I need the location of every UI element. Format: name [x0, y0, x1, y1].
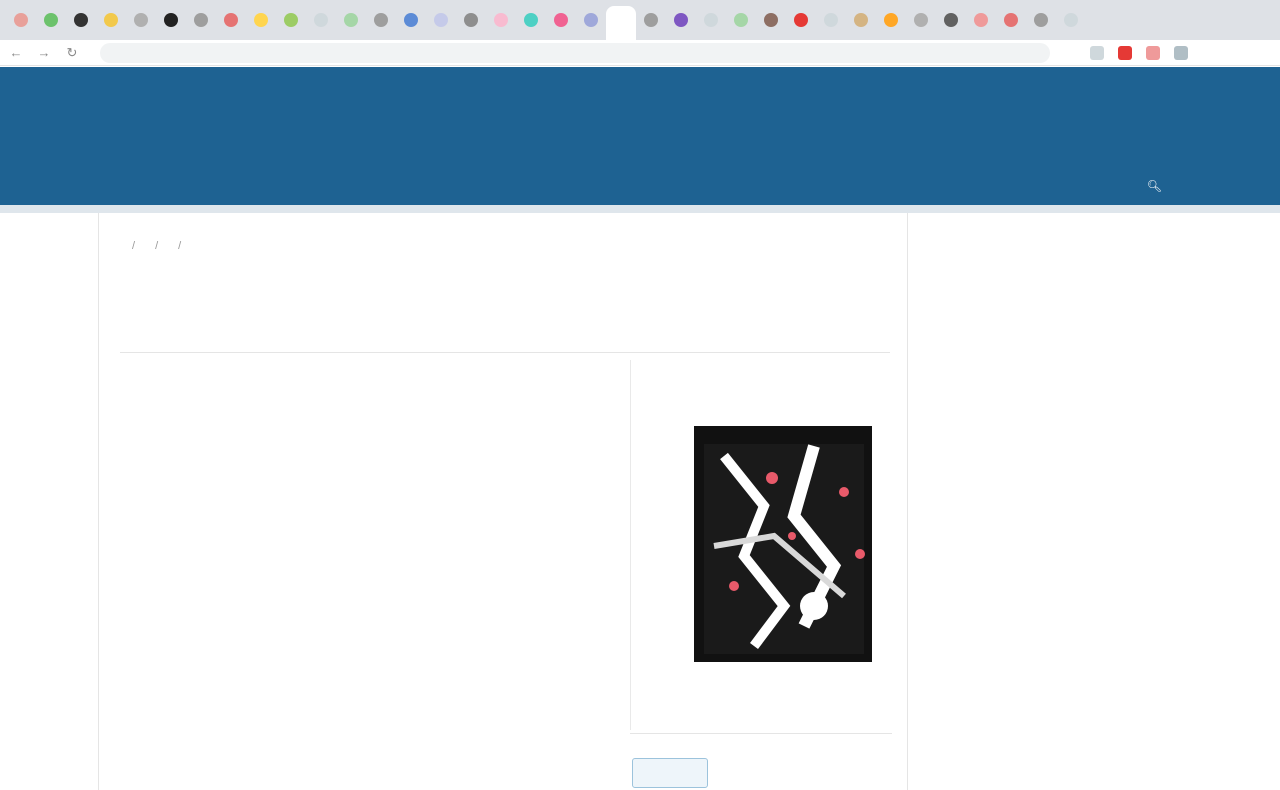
tab-favicon-icon	[74, 13, 88, 27]
tab-favicon-icon	[1034, 13, 1048, 27]
browser-tab[interactable]	[306, 5, 336, 35]
tab-favicon-icon	[254, 13, 268, 27]
cover-artwork	[694, 426, 872, 662]
browser-tab[interactable]	[366, 5, 396, 35]
browser-tab[interactable]	[246, 5, 276, 35]
browser-tab[interactable]	[816, 5, 846, 35]
address-bar[interactable]	[100, 42, 1050, 63]
tab-favicon-icon	[794, 13, 808, 27]
tab-favicon-icon	[314, 13, 328, 27]
browser-tab[interactable]	[6, 5, 36, 35]
back-icon[interactable]: ←	[4, 41, 28, 65]
tab-favicon-icon	[344, 13, 358, 27]
breadcrumb-separator: /	[178, 240, 182, 252]
tab-favicon-icon	[134, 13, 148, 27]
search-icon: 🔍︎	[1146, 179, 1162, 193]
breadcrumb-separator: /	[132, 240, 136, 252]
browser-tab[interactable]	[426, 5, 456, 35]
breadcrumb-separator: /	[155, 240, 159, 252]
tab-favicon-icon	[884, 13, 898, 27]
tab-favicon-icon	[374, 13, 388, 27]
tab-favicon-icon	[1004, 13, 1018, 27]
tab-favicon-icon	[404, 13, 418, 27]
tab-favicon-icon	[944, 13, 958, 27]
tab-favicon-icon	[914, 13, 928, 27]
tab-favicon-icon	[284, 13, 298, 27]
browser-tab[interactable]	[216, 5, 246, 35]
tab-favicon-icon	[704, 13, 718, 27]
extension-icon[interactable]	[1146, 45, 1160, 60]
browser-tab[interactable]	[516, 5, 546, 35]
tab-favicon-icon	[464, 13, 478, 27]
tab-favicon-icon	[194, 13, 208, 27]
browser-tab[interactable]	[906, 5, 936, 35]
tab-favicon-icon	[584, 13, 598, 27]
tab-favicon-icon	[644, 13, 658, 27]
tab-favicon-icon	[14, 13, 28, 27]
sidebar	[930, 270, 1120, 330]
browser-tab[interactable]	[606, 6, 636, 40]
browser-tab[interactable]	[126, 5, 156, 35]
browser-tab[interactable]	[156, 5, 186, 35]
header-divider	[0, 205, 1280, 213]
article-details	[120, 376, 600, 432]
tab-favicon-icon	[734, 13, 748, 27]
browser-tabstrip	[0, 0, 1280, 40]
browser-tab[interactable]	[486, 5, 516, 35]
browser-tab[interactable]	[966, 5, 996, 35]
browser-tab[interactable]	[666, 5, 696, 35]
tab-favicon-icon	[164, 13, 178, 27]
tab-favicon-icon	[614, 16, 628, 30]
browser-tab[interactable]	[996, 5, 1026, 35]
browser-tab[interactable]	[36, 5, 66, 35]
tab-favicon-icon	[104, 13, 118, 27]
browser-tab[interactable]	[576, 5, 606, 35]
search-link[interactable]: 🔍︎	[1147, 179, 1168, 193]
bookmark-star-icon[interactable]	[1090, 45, 1104, 60]
tab-favicon-icon	[494, 13, 508, 27]
tab-favicon-icon	[554, 13, 568, 27]
issue-cover-image[interactable]	[694, 426, 872, 662]
browser-tab[interactable]	[936, 5, 966, 35]
tab-favicon-icon	[824, 13, 838, 27]
tab-favicon-icon	[434, 13, 448, 27]
site-header: 🔍︎	[0, 67, 1280, 213]
tab-favicon-icon	[764, 13, 778, 27]
tab-favicon-icon	[854, 13, 868, 27]
tab-favicon-icon	[974, 13, 988, 27]
browser-tab[interactable]	[1026, 5, 1056, 35]
tab-favicon-icon	[44, 13, 58, 27]
issue-panel-divider	[630, 733, 892, 734]
browser-tab[interactable]	[456, 5, 486, 35]
profile-avatar-icon[interactable]	[1174, 45, 1188, 60]
browser-tab[interactable]	[696, 5, 726, 35]
browser-tab[interactable]	[636, 5, 666, 35]
browser-tab[interactable]	[846, 5, 876, 35]
browser-tab[interactable]	[786, 5, 816, 35]
extension-icon[interactable]	[1118, 45, 1132, 60]
tab-favicon-icon	[674, 13, 688, 27]
browser-tab[interactable]	[96, 5, 126, 35]
browser-tab[interactable]	[726, 5, 756, 35]
browser-tab[interactable]	[546, 5, 576, 35]
browser-tab[interactable]	[1056, 5, 1086, 35]
browser-tab[interactable]	[396, 5, 426, 35]
browser-tab[interactable]	[186, 5, 216, 35]
browser-tab[interactable]	[66, 5, 96, 35]
tab-favicon-icon	[1064, 13, 1078, 27]
toolbar-extensions	[1090, 45, 1188, 60]
tab-favicon-icon	[224, 13, 238, 27]
reload-icon[interactable]: ↻	[60, 41, 84, 65]
browser-tab[interactable]	[756, 5, 786, 35]
browser-tab[interactable]	[876, 5, 906, 35]
forward-icon[interactable]: →	[32, 41, 56, 65]
browser-tab[interactable]	[276, 5, 306, 35]
title-divider	[120, 352, 890, 353]
pdf-download-button[interactable]	[632, 758, 708, 788]
breadcrumb: / / /	[122, 240, 191, 252]
browser-tab[interactable]	[336, 5, 366, 35]
tab-favicon-icon	[524, 13, 538, 27]
browser-toolbar: ← → ↻	[0, 40, 1280, 66]
